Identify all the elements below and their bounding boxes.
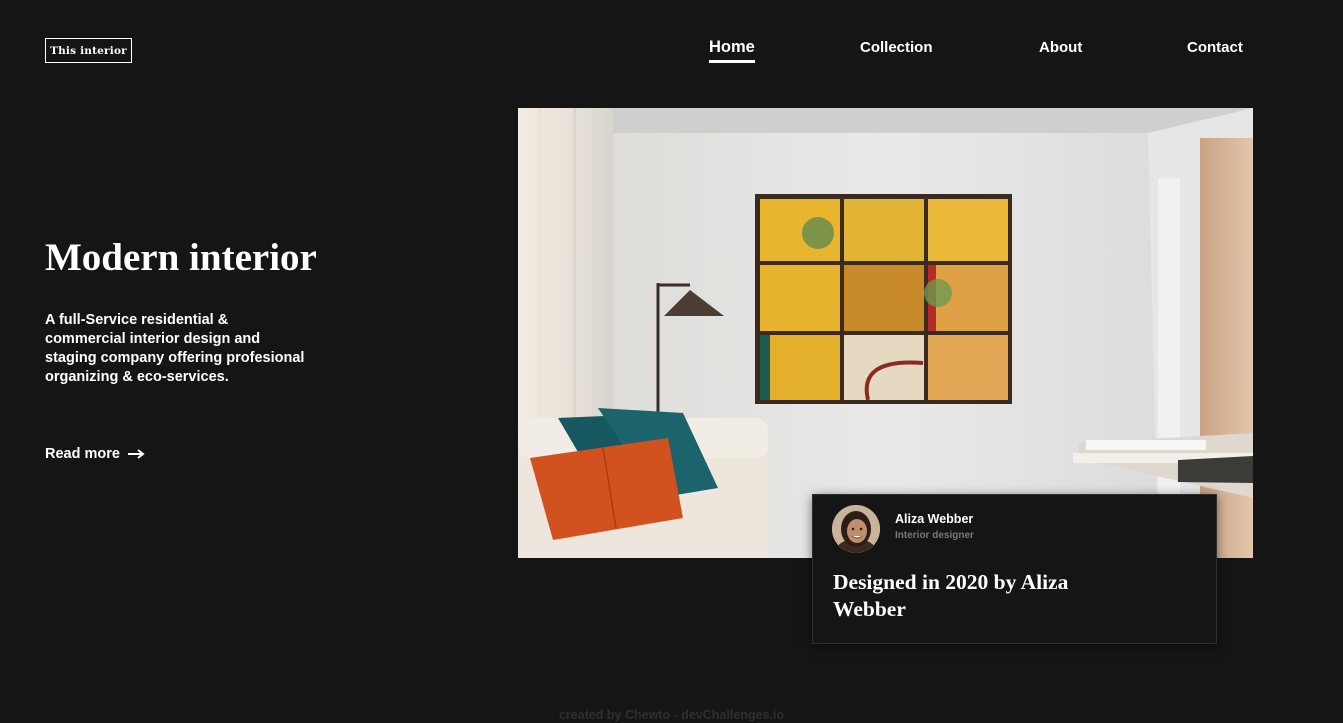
read-more-link[interactable]: Read more [45, 446, 145, 462]
author-role: Interior designer [895, 530, 974, 541]
nav-home[interactable]: Home [709, 38, 755, 63]
nav-contact[interactable]: Contact [1187, 39, 1243, 56]
nav-collection[interactable]: Collection [860, 39, 933, 56]
brand-logo[interactable]: This interior [45, 38, 132, 63]
hero-description: A full-Service residential & commercial … [45, 312, 305, 385]
nav-about[interactable]: About [1039, 39, 1082, 56]
avatar [832, 505, 880, 553]
designer-card: Aliza Webber Interior designer Designed … [812, 494, 1217, 644]
hero-image [518, 108, 1253, 558]
card-caption: Designed in 2020 by Aliza Webber [833, 570, 1069, 621]
hero-title: Modern interior [45, 236, 317, 279]
arrow-right-icon [127, 449, 145, 459]
author-name: Aliza Webber [895, 512, 974, 526]
footer-credit[interactable]: created by Chewto - devChallenges.io [0, 708, 1343, 722]
read-more-label: Read more [45, 446, 120, 462]
